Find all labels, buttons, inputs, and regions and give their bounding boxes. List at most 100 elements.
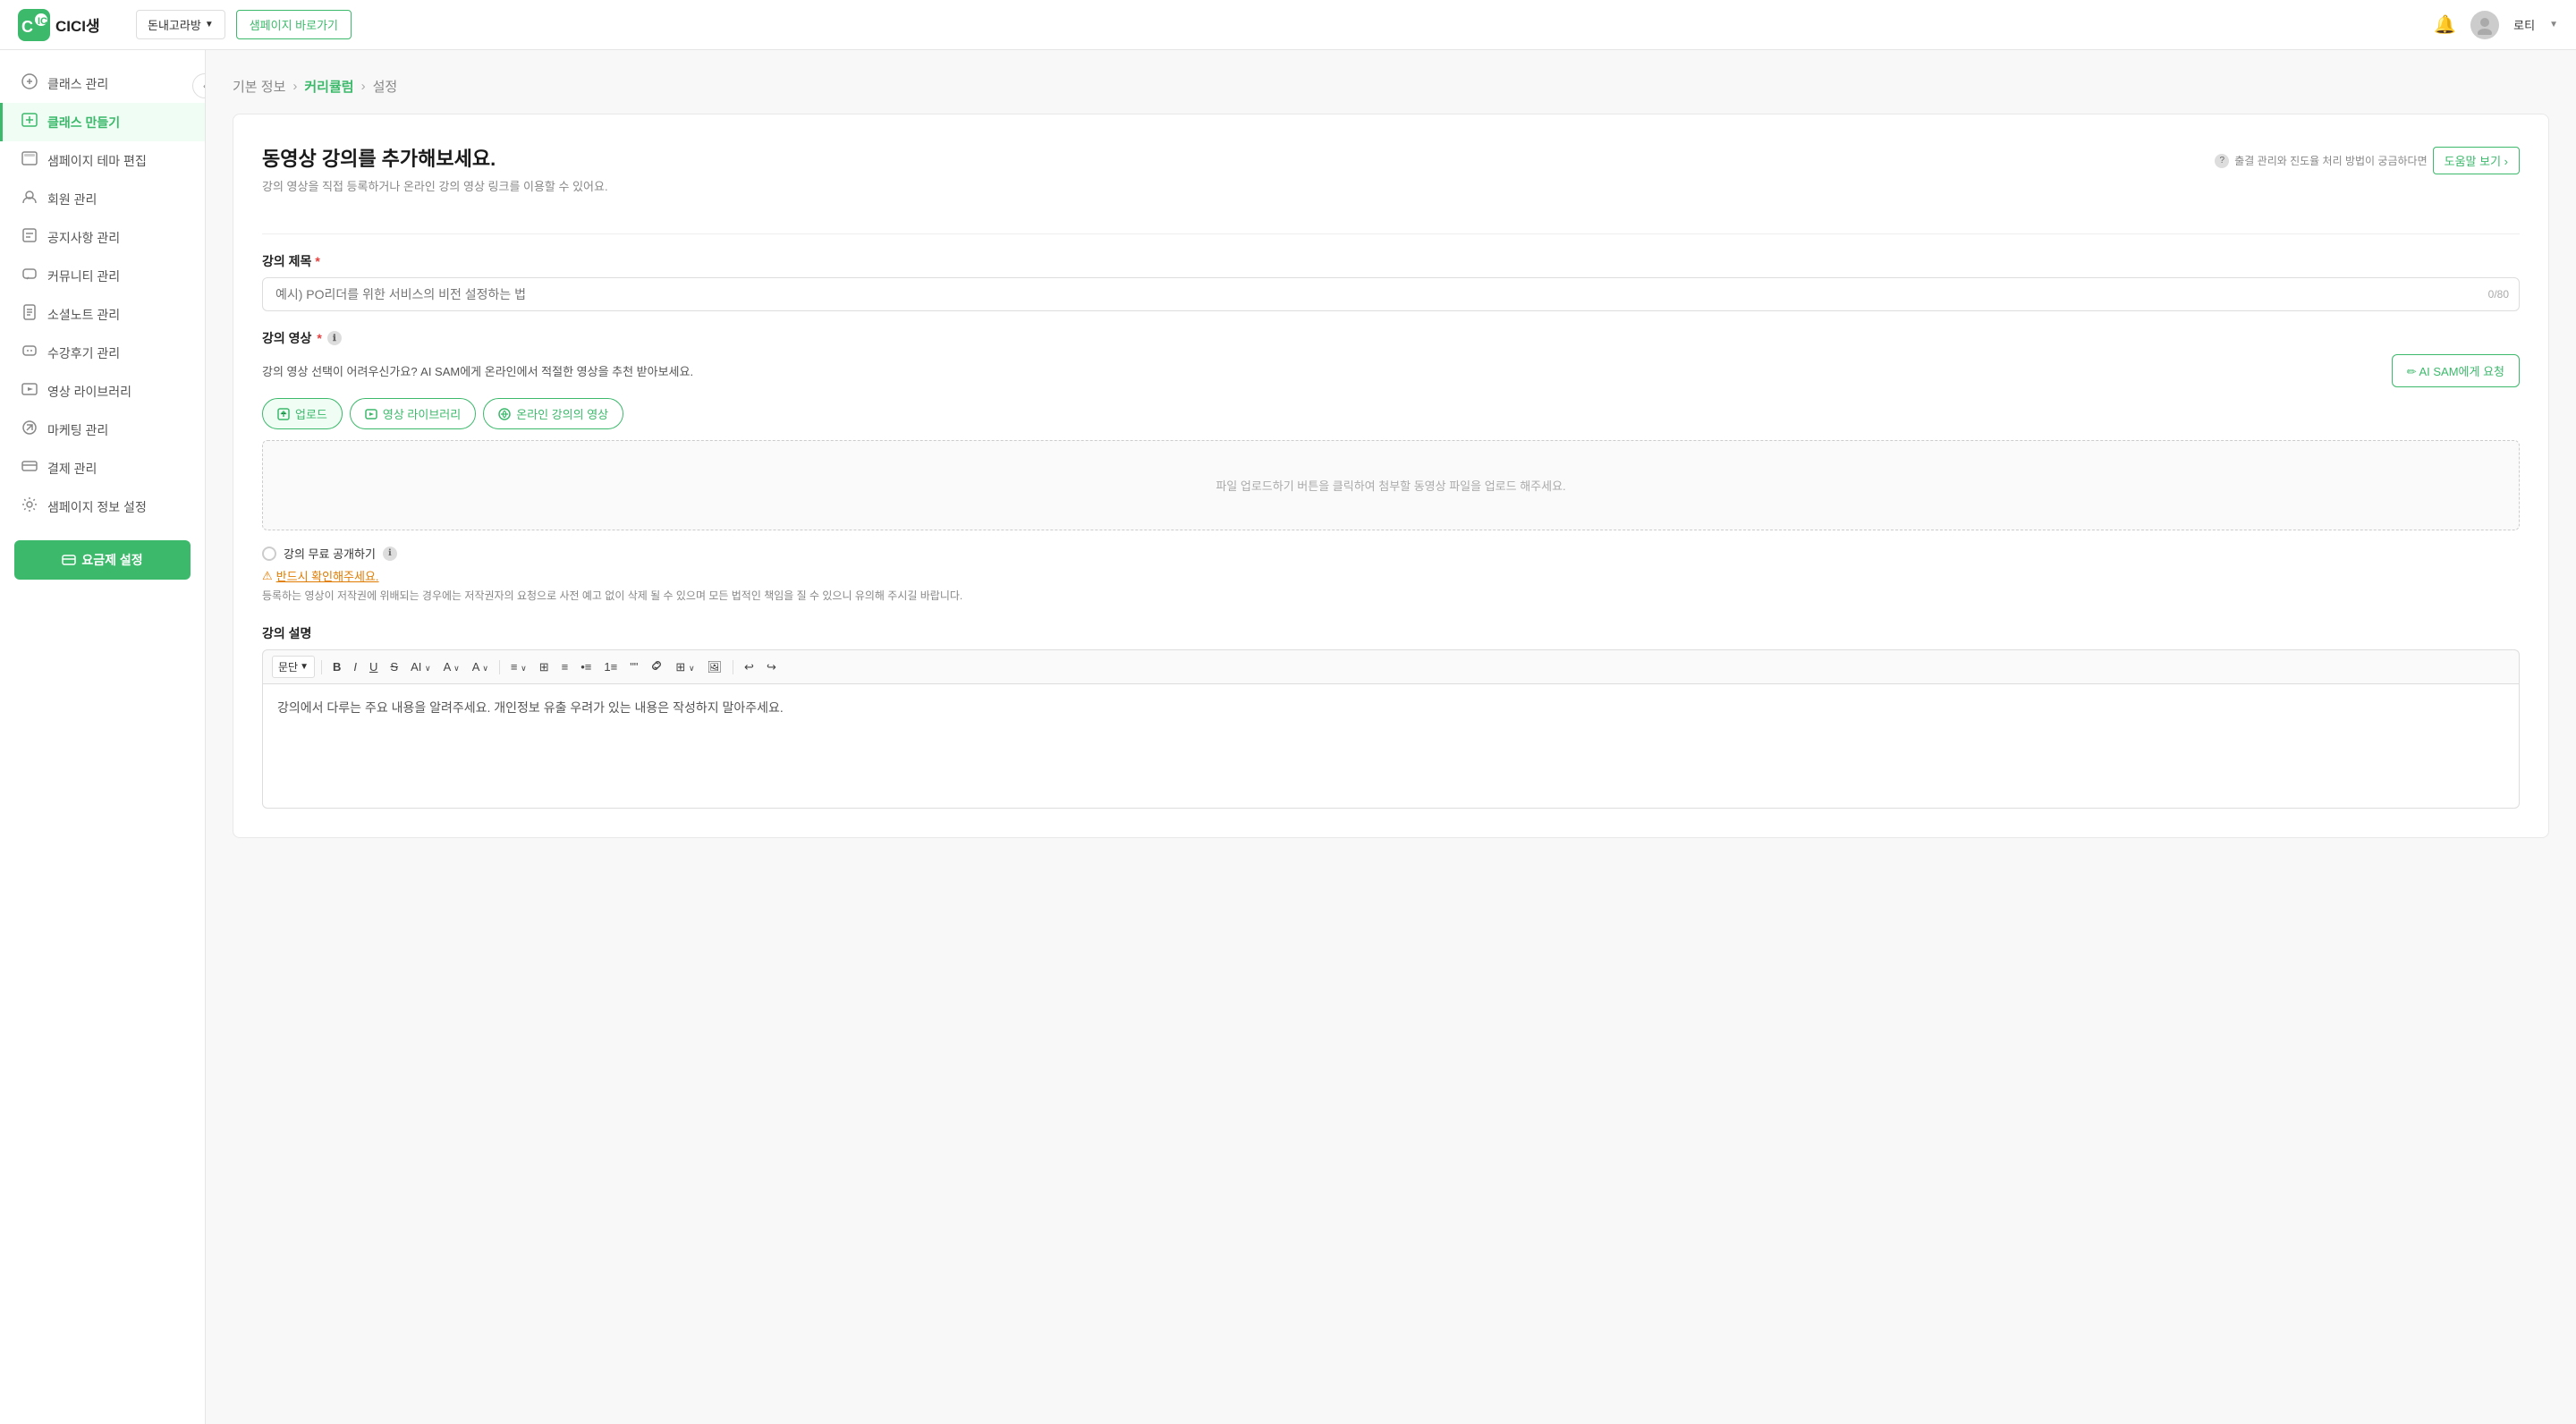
avatar — [2470, 11, 2499, 39]
online-tab[interactable]: 온라인 강의의 영상 — [483, 398, 623, 429]
undo-button[interactable]: ↩ — [740, 657, 758, 677]
free-toggle-info-icon[interactable]: ℹ — [383, 547, 397, 561]
sidebar-item-video-library[interactable]: 영상 라이브러리 — [0, 372, 205, 411]
svg-text:IC: IC — [38, 16, 47, 27]
ai-text-button[interactable]: AI ∨ — [406, 657, 436, 676]
sidebar-item-note-manage[interactable]: 소셜노트 관리 — [0, 295, 205, 334]
bullet-list-button[interactable]: •≡ — [576, 657, 596, 676]
free-radio-button[interactable] — [262, 547, 276, 561]
sidebar-item-notice-manage[interactable]: 공지사항 관리 — [0, 218, 205, 257]
payment-manage-icon — [21, 458, 38, 479]
user-name: 로티 — [2513, 16, 2535, 33]
upload-tab[interactable]: 업로드 — [262, 398, 343, 429]
notification-bell-icon[interactable]: 🔔 — [2434, 13, 2456, 36]
online-tab-label: 온라인 강의의 영상 — [516, 405, 608, 422]
ai-sam-button[interactable]: ✏ AI SAM에게 요청 — [2392, 354, 2520, 387]
sidebar-item-page-theme[interactable]: 샘페이지 테마 편집 — [0, 141, 205, 180]
redo-button[interactable]: ↪ — [762, 657, 781, 677]
page-theme-icon — [21, 150, 38, 171]
community-manage-icon — [21, 266, 38, 286]
editor-body[interactable]: 강의에서 다루는 주요 내용을 알려주세요. 개인정보 유출 우려가 있는 내용… — [262, 683, 2520, 809]
blockquote-button[interactable]: "" — [625, 657, 642, 676]
class-manage-icon — [21, 73, 38, 94]
nav-dropdown[interactable]: 돈내고라방 ▼ — [136, 10, 225, 39]
sidebar-item-feedback-manage[interactable]: 수강후기 관리 — [0, 334, 205, 372]
dropdown-chevron-icon: ▼ — [205, 20, 214, 30]
video-info-icon[interactable]: ℹ — [327, 331, 342, 345]
sidebar-item-feedback-manage-label: 수강후기 관리 — [47, 344, 120, 362]
free-toggle-row: 강의 무료 공개하기 ℹ — [262, 545, 2520, 562]
free-toggle-label: 강의 무료 공개하기 — [284, 545, 376, 562]
sidebar-item-class-manage[interactable]: 클래스 관리 — [0, 64, 205, 103]
feedback-manage-icon — [21, 343, 38, 363]
layout: ‹ 클래스 관리 클래스 만들기 샘페이지 테마 편집 회원 관리 — [0, 50, 2576, 1424]
link-button[interactable] — [646, 657, 667, 677]
logo-text: CICI생 — [55, 13, 100, 36]
page-link-button[interactable]: 샘페이지 바로가기 — [236, 10, 352, 39]
library-tab[interactable]: 영상 라이브러리 — [350, 398, 476, 429]
video-tab-row: 업로드 영상 라이브러리 온라인 강의의 영상 — [262, 398, 2520, 429]
warning-row: ⚠ 반드시 확인해주세요. — [262, 567, 2520, 584]
style-dropdown[interactable]: 문단 ▼ — [272, 656, 315, 678]
sidebar-item-page-settings[interactable]: 샘페이지 정보 설정 — [0, 487, 205, 526]
sidebar-item-class-create-label: 클래스 만들기 — [47, 114, 120, 131]
lecture-video-label: 강의 영상 * ℹ — [262, 329, 2520, 347]
sidebar-item-page-settings-label: 샘페이지 정보 설정 — [47, 498, 147, 516]
marketing-manage-icon — [21, 420, 38, 440]
user-dropdown-chevron-icon[interactable]: ▼ — [2549, 20, 2558, 30]
editor-toolbar: 문단 ▼ B I U S AI ∨ A ∨ A ∨ ≡ ∨ ⊞ ≡ •≡ — [262, 649, 2520, 683]
bold-button[interactable]: B — [328, 657, 345, 676]
strikethrough-button[interactable]: S — [386, 657, 402, 676]
font-color-button[interactable]: A ∨ — [439, 657, 464, 676]
sidebar-item-community-manage[interactable]: 커뮤니티 관리 — [0, 257, 205, 295]
main-card: 동영상 강의를 추가해보세요. 강의 영상을 직접 등록하거나 온라인 강의 영… — [233, 114, 2549, 838]
required-mark: * — [315, 254, 319, 268]
page-title: 동영상 강의를 추가해보세요. — [262, 143, 608, 172]
breadcrumb-item-basic-info: 기본 정보 — [233, 77, 285, 96]
library-tab-label: 영상 라이브러리 — [383, 405, 461, 422]
sidebar-item-member-manage-label: 회원 관리 — [47, 191, 97, 208]
sidebar-item-payment-manage[interactable]: 결제 관리 — [0, 449, 205, 487]
description-section: 강의 설명 문단 ▼ B I U S AI ∨ A ∨ A ∨ — [262, 624, 2520, 809]
editor-placeholder: 강의에서 다루는 주요 내용을 알려주세요. 개인정보 유출 우려가 있는 내용… — [277, 700, 784, 715]
help-hint-text: 출결 관리와 진도율 처리 방법이 궁금하다면 — [2234, 153, 2427, 168]
sidebar-item-member-manage[interactable]: 회원 관리 — [0, 180, 205, 218]
image-button[interactable]: 🖼 — [703, 657, 727, 677]
logo: C IC CICI생 — [18, 9, 125, 41]
italic-button[interactable]: I — [349, 657, 361, 676]
table-button[interactable]: ⊞ ∨ — [671, 657, 699, 677]
sidebar-item-class-manage-label: 클래스 관리 — [47, 75, 108, 93]
lecture-title-input-wrapper: 0/80 — [262, 277, 2520, 311]
breadcrumb-separator: › — [292, 79, 297, 94]
indent-decrease-button[interactable]: ≡ — [557, 657, 573, 676]
warning-text[interactable]: 반드시 확인해주세요. — [276, 567, 379, 584]
page-subtitle: 강의 영상을 직접 등록하거나 온라인 강의 영상 링크를 이용할 수 있어요. — [262, 177, 608, 194]
style-dropdown-chevron-icon: ▼ — [300, 662, 309, 672]
breadcrumb-item-settings: 설정 — [373, 77, 398, 96]
sidebar-item-notice-manage-label: 공지사항 관리 — [47, 229, 120, 247]
breadcrumb: 기본 정보 › 커리큘럼 › 설정 — [233, 77, 2549, 96]
upload-area[interactable]: 파일 업로드하기 버튼을 클릭하여 첨부할 동영상 파일을 업로드 해주세요. — [262, 440, 2520, 530]
sidebar-item-marketing-manage[interactable]: 마케팅 관리 — [0, 411, 205, 449]
page-settings-icon — [21, 496, 38, 517]
note-manage-icon — [21, 304, 38, 325]
numbered-list-button[interactable]: 1≡ — [599, 657, 622, 676]
breadcrumb-separator-2: › — [361, 79, 366, 94]
toolbar-separator-2 — [499, 660, 500, 674]
svg-text:C: C — [21, 18, 33, 36]
align-button[interactable]: ≡ ∨ — [506, 657, 531, 676]
toolbar-separator-1 — [321, 660, 322, 674]
pricing-plan-button[interactable]: 요금제 설정 — [14, 540, 191, 580]
indent-increase-button[interactable]: ⊞ — [535, 657, 554, 677]
sidebar-item-video-library-label: 영상 라이브러리 — [47, 383, 131, 401]
sidebar-item-payment-manage-label: 결제 관리 — [47, 460, 97, 478]
char-count: 0/80 — [2488, 288, 2509, 301]
underline-button[interactable]: U — [365, 657, 382, 676]
header-right: 🔔 로티 ▼ — [2434, 11, 2558, 39]
header: C IC CICI생 돈내고라방 ▼ 샘페이지 바로가기 🔔 로티 ▼ — [0, 0, 2576, 50]
class-create-icon — [21, 112, 38, 132]
sidebar-item-class-create[interactable]: 클래스 만들기 — [0, 103, 205, 141]
help-btn[interactable]: 도움말 보기 › — [2433, 147, 2520, 174]
highlight-button[interactable]: A ∨ — [468, 657, 493, 676]
lecture-title-input[interactable] — [262, 277, 2520, 311]
